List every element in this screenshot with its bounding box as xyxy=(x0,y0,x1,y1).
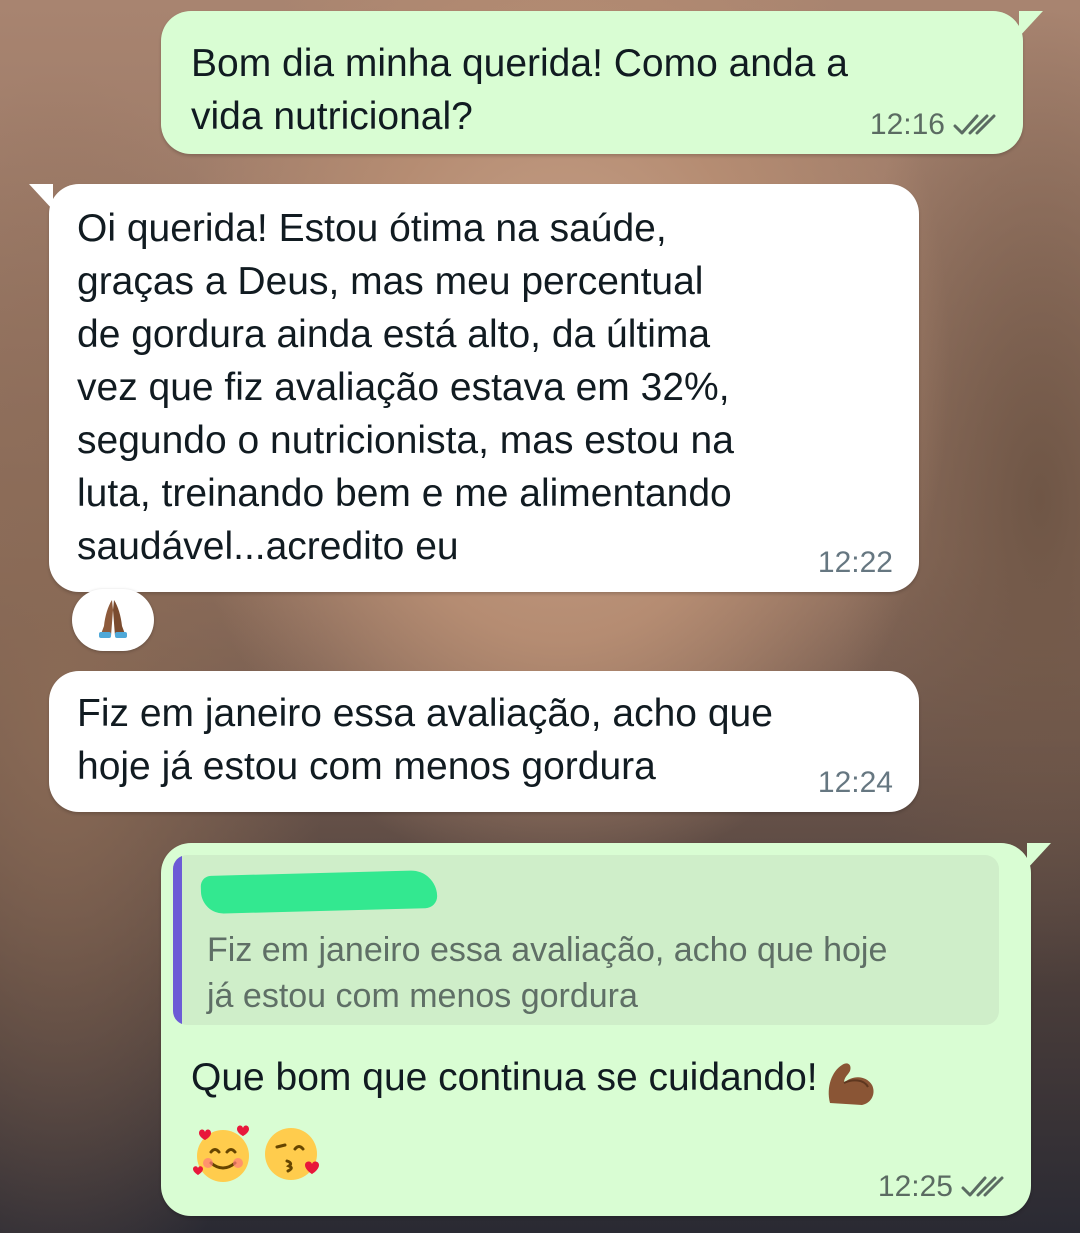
message-outgoing-reply[interactable]: Fiz em janeiro essa avaliação, acho que … xyxy=(161,843,1051,1216)
flexed-biceps-icon xyxy=(822,1057,878,1114)
quoted-message[interactable]: Fiz em janeiro essa avaliação, acho que … xyxy=(173,855,999,1025)
folded-hands-icon xyxy=(93,596,133,645)
message-text: Bom dia minha querida! Como anda a vida … xyxy=(191,42,848,138)
message-incoming-2[interactable]: Fiz em janeiro essa avaliação, acho que … xyxy=(49,671,919,812)
message-meta: 12:24 xyxy=(818,766,893,800)
message-meta: 12:16 xyxy=(870,108,997,142)
message-outgoing-1[interactable]: Bom dia minha querida! Como anda a vida … xyxy=(161,11,1043,154)
message-reaction[interactable] xyxy=(72,589,154,651)
quote-accent-bar xyxy=(173,855,182,1025)
face-blowing-a-kiss-icon xyxy=(261,1123,325,1190)
message-incoming-1[interactable]: Oi querida! Estou ótima na saúde, graças… xyxy=(29,184,919,592)
reply-body: Que bom que continua se cuidando! xyxy=(191,1051,878,1114)
double-check-icon xyxy=(961,1174,1005,1200)
message-text: Que bom que continua se cuidando! xyxy=(191,1056,818,1099)
redacted-author-name xyxy=(200,869,438,915)
message-time: 12:25 xyxy=(877,1170,953,1203)
double-check-icon xyxy=(953,112,997,138)
message-meta: 12:22 xyxy=(818,546,893,580)
message-time: 12:22 xyxy=(817,546,893,579)
message-meta: 12:25 xyxy=(878,1170,1005,1204)
quoted-text: Fiz em janeiro essa avaliação, acho que … xyxy=(207,931,888,1015)
smiling-face-with-hearts-icon xyxy=(191,1123,255,1190)
message-text: Oi querida! Estou ótima na saúde, graças… xyxy=(77,207,734,568)
message-time: 12:24 xyxy=(817,766,893,799)
emoji-row xyxy=(191,1123,325,1190)
message-time: 12:16 xyxy=(869,108,945,141)
message-text: Fiz em janeiro essa avaliação, acho que … xyxy=(77,692,773,788)
